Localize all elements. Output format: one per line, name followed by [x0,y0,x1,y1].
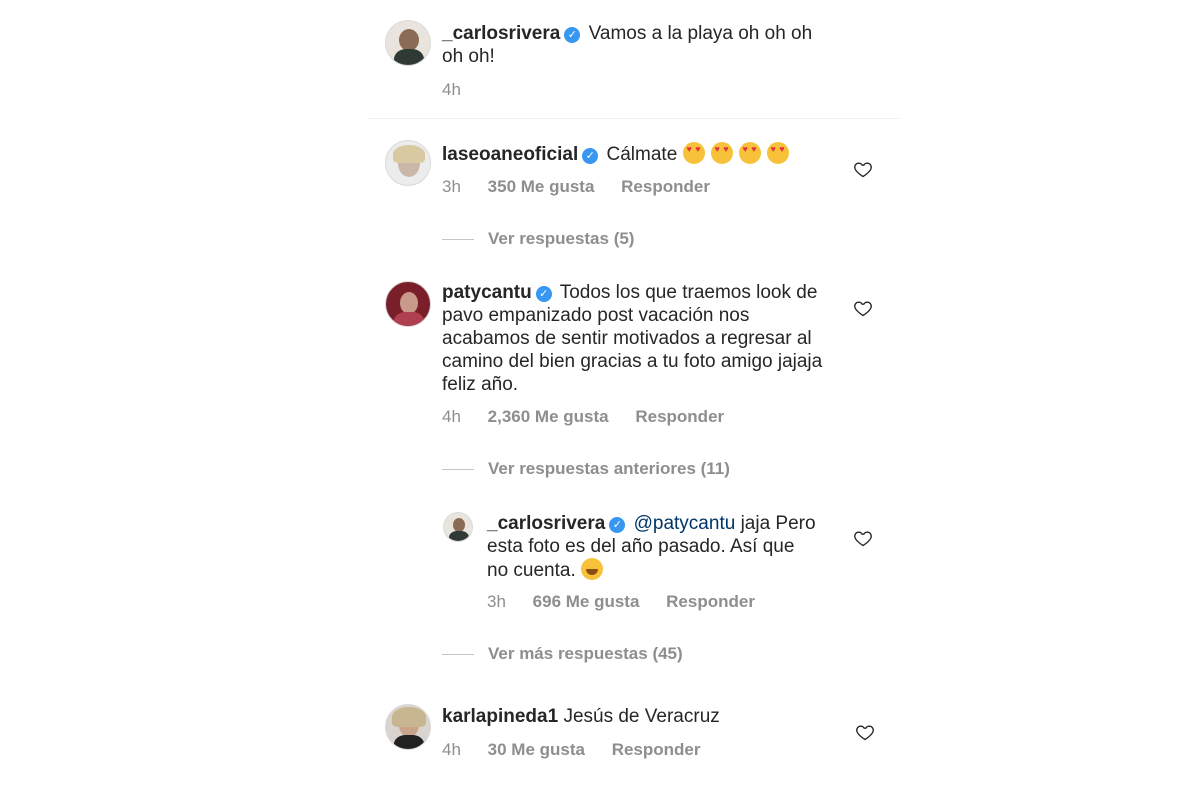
heart-eyes-emoji [710,142,733,164]
comment-meta: 4h 2,360 Me gusta Responder [442,407,746,427]
reply-likes[interactable]: 696 Me gusta [533,592,640,611]
heart-eyes-emoji [738,142,761,164]
heart-eyes-emoji [682,142,705,164]
mention-link[interactable]: @patycantu [634,513,736,534]
divider-line [442,654,474,656]
comment-likes[interactable]: 350 Me gusta [488,177,595,196]
comment-username[interactable]: laseoaneoficial [442,144,578,165]
comment-meta: 3h 350 Me gusta Responder [442,177,732,197]
comment-time[interactable]: 4h [442,407,461,426]
divider-line [442,239,474,241]
laughing-emoji [581,558,604,580]
comment-text: Cálmate [606,144,678,165]
avatar-patycantu[interactable] [385,281,431,327]
view-more-replies-button[interactable]: Ver más respuestas (45) [442,644,683,664]
verified-badge-icon: ✓ [564,27,581,43]
heart-eyes-emoji [766,142,789,164]
divider [368,118,900,119]
avatar-carlosrivera[interactable] [443,512,473,542]
comment-likes[interactable]: 2,360 Me gusta [488,407,609,426]
view-replies-label: Ver respuestas (5) [488,229,635,248]
nested-reply: _carlosrivera ✓ @patycantu jaja Pero esta… [487,512,817,582]
verified-badge-icon: ✓ [609,517,626,533]
avatar-laseoaneoficial[interactable] [385,140,431,186]
caption-meta: 4h [442,80,483,100]
heart-icon[interactable] [855,722,875,742]
reply-time[interactable]: 3h [487,592,506,611]
caption-time[interactable]: 4h [442,80,461,99]
reply-button[interactable]: Responder [612,740,701,759]
avatar-karlapineda1[interactable] [385,704,431,750]
comment-likes[interactable]: 30 Me gusta [488,740,585,759]
heart-icon[interactable] [853,159,873,179]
view-previous-label: Ver respuestas anteriores (11) [488,459,730,478]
reply-meta: 3h 696 Me gusta Responder [487,592,777,612]
comment-username[interactable]: patycantu [442,282,532,303]
comment-time[interactable]: 4h [442,740,461,759]
view-replies-button[interactable]: Ver respuestas (5) [442,229,634,249]
verified-badge-icon: ✓ [535,286,552,302]
comments-feed: _carlosrivera ✓ Vamos a la playa oh oh oh… [0,0,1200,800]
comment-time[interactable]: 3h [442,177,461,196]
reply-button[interactable]: Responder [635,407,724,426]
view-more-label: Ver más respuestas (45) [488,644,683,663]
comment-username[interactable]: karlapineda1 [442,706,558,727]
heart-icon[interactable] [853,528,873,548]
comment-meta: 4h 30 Me gusta Responder [442,740,723,760]
view-previous-replies-button[interactable]: Ver respuestas anteriores (11) [442,459,730,479]
divider-line [442,469,474,471]
verified-badge-icon: ✓ [582,148,599,164]
reply-button[interactable]: Responder [666,592,755,611]
reply-button[interactable]: Responder [621,177,710,196]
caption-username[interactable]: _carlosrivera [442,23,560,44]
reply-username[interactable]: _carlosrivera [487,513,605,534]
comment-text: Jesús de Veracruz [563,706,720,727]
avatar-carlosrivera[interactable] [385,20,431,66]
heart-icon[interactable] [853,298,873,318]
